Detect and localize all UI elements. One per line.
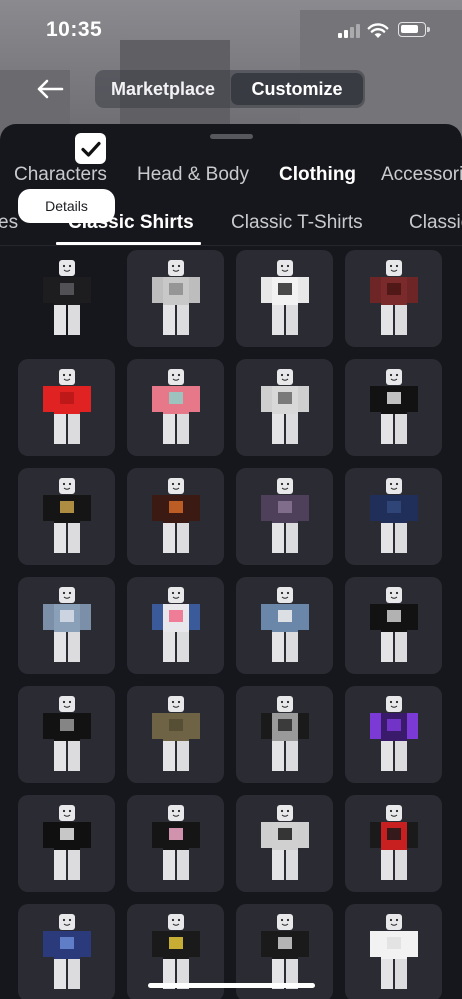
item-tile[interactable]: [18, 795, 115, 892]
item-tile[interactable]: [18, 359, 115, 456]
avatar-shirt-preview: [152, 478, 200, 553]
avatar-shirt-preview: [43, 587, 91, 662]
avatar-shirt-preview: [370, 914, 418, 989]
active-subtab-indicator: [56, 242, 201, 245]
avatar-shirt-preview: [152, 587, 200, 662]
item-tile[interactable]: [127, 250, 224, 347]
avatar-shirt-preview: [152, 805, 200, 880]
item-tile[interactable]: [345, 795, 442, 892]
avatar-shirt-preview: [261, 369, 309, 444]
item-tile[interactable]: [345, 904, 442, 999]
subtab-classic-pants[interactable]: Classic Pants: [409, 212, 462, 234]
item-tile[interactable]: [345, 468, 442, 565]
tab-clothing[interactable]: Clothing: [279, 164, 356, 186]
avatar-shirt-preview: [152, 696, 200, 771]
avatar-shirt-preview: [43, 696, 91, 771]
sheet-grabber[interactable]: [210, 134, 253, 139]
avatar-shirt-preview: [370, 696, 418, 771]
item-tile[interactable]: [127, 795, 224, 892]
battery-icon: [398, 22, 430, 37]
avatar-shirt-preview: [370, 805, 418, 880]
item-tile[interactable]: [236, 359, 333, 456]
avatar-shirt-preview: [261, 260, 309, 335]
avatar-shirt-preview: [43, 914, 91, 989]
avatar-shirt-preview: [152, 914, 200, 989]
item-tile[interactable]: [236, 795, 333, 892]
item-tile[interactable]: [127, 686, 224, 783]
item-tile[interactable]: [345, 250, 442, 347]
battery-level: [401, 25, 418, 33]
item-tile[interactable]: [18, 904, 115, 999]
subtab-classic-tshirts[interactable]: Classic T-Shirts: [231, 212, 363, 234]
item-tile[interactable]: [127, 359, 224, 456]
item-tile[interactable]: [127, 577, 224, 674]
avatar-shirt-preview: [152, 369, 200, 444]
tab-accessories[interactable]: Accessories: [381, 164, 462, 186]
item-tile[interactable]: [236, 250, 333, 347]
home-indicator[interactable]: [148, 983, 315, 988]
subtab-previous[interactable]: es: [0, 212, 18, 234]
cellular-signal-icon: [338, 24, 362, 38]
item-tile[interactable]: [345, 686, 442, 783]
avatar-shirt-preview: [261, 914, 309, 989]
avatar-shirt-preview: [261, 696, 309, 771]
customize-sheet: Characters Head & Body Clothing Accessor…: [0, 124, 462, 999]
item-tile[interactable]: [345, 577, 442, 674]
item-tile[interactable]: [345, 359, 442, 456]
item-tile[interactable]: [127, 468, 224, 565]
avatar-shirt-preview: [370, 260, 418, 335]
back-button[interactable]: [30, 72, 70, 106]
item-tile[interactable]: [18, 250, 115, 347]
checkmark-icon[interactable]: [75, 133, 106, 164]
customize-tab[interactable]: Customize: [231, 73, 363, 105]
wifi-icon: [367, 23, 389, 38]
item-tile[interactable]: [18, 686, 115, 783]
avatar-shirt-preview: [43, 260, 91, 335]
avatar-shirt-preview: [370, 369, 418, 444]
details-button[interactable]: Details: [18, 189, 115, 223]
avatar-shirt-preview: [261, 478, 309, 553]
item-tile[interactable]: [236, 686, 333, 783]
tab-characters[interactable]: Characters: [14, 164, 107, 186]
tab-head-body[interactable]: Head & Body: [137, 164, 249, 186]
avatar-shirt-preview: [370, 478, 418, 553]
item-tile[interactable]: [18, 577, 115, 674]
status-bar: 10:35: [0, 0, 462, 62]
back-arrow-icon: [37, 79, 64, 99]
avatar-shirt-preview: [261, 587, 309, 662]
avatar-shirt-preview: [152, 260, 200, 335]
status-time: 10:35: [46, 18, 103, 41]
avatar-shirt-preview: [261, 805, 309, 880]
avatar-shirt-preview: [43, 478, 91, 553]
item-tile[interactable]: [18, 468, 115, 565]
view-switcher: Marketplace Customize: [95, 70, 365, 108]
item-tile[interactable]: [236, 468, 333, 565]
marketplace-tab[interactable]: Marketplace: [99, 73, 227, 105]
avatar-shirt-preview: [43, 369, 91, 444]
avatar-shirt-preview: [370, 587, 418, 662]
item-tile[interactable]: [236, 577, 333, 674]
category-tabs: Characters Head & Body Clothing Accessor…: [0, 160, 462, 192]
avatar-shirt-preview: [43, 805, 91, 880]
